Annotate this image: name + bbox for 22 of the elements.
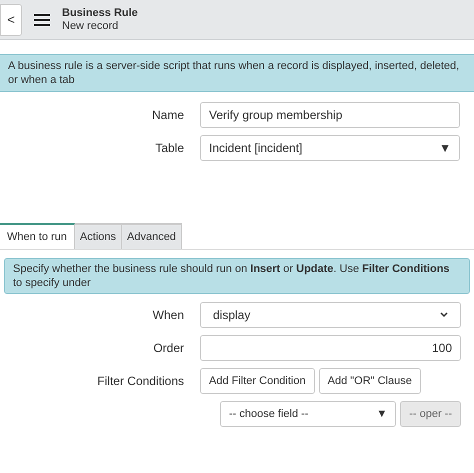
tab[interactable]: Actions xyxy=(74,223,122,249)
menu-icon[interactable] xyxy=(34,14,50,26)
back-button[interactable]: < xyxy=(0,4,22,36)
tab[interactable]: Advanced xyxy=(122,223,182,249)
tab[interactable]: When to run xyxy=(0,223,75,249)
info-banner: A business rule is a server-side script that runs when a record is displayed, inserted, deleted, or when a tab xyxy=(0,54,474,92)
table-select[interactable]: Incident [incident] ▼ xyxy=(200,135,460,161)
add-condition-button[interactable]: Add Filter Condition xyxy=(200,368,315,394)
when-select[interactable]: display xyxy=(200,302,461,328)
field-label: When xyxy=(152,307,185,324)
chevron-down-icon xyxy=(440,312,448,318)
name-field[interactable]: Verify group membership xyxy=(200,102,460,128)
field-label: Filter Conditions xyxy=(96,373,185,390)
field-label: Name xyxy=(150,107,185,124)
add-condition-button[interactable]: Add "OR" Clause xyxy=(318,368,421,394)
form-title: Business Rule xyxy=(62,6,138,20)
field-label: Order xyxy=(152,340,185,357)
form-subtitle: New record xyxy=(62,20,120,32)
info-banner: Specify whether the business rule should run on Insert or Update. Use Filter Conditions to specify under xyxy=(4,258,470,294)
order-field[interactable]: 100 xyxy=(200,335,461,361)
field-label: Table xyxy=(154,140,185,157)
choose-field-select[interactable]: -- choose field -- ▼ xyxy=(220,401,396,427)
